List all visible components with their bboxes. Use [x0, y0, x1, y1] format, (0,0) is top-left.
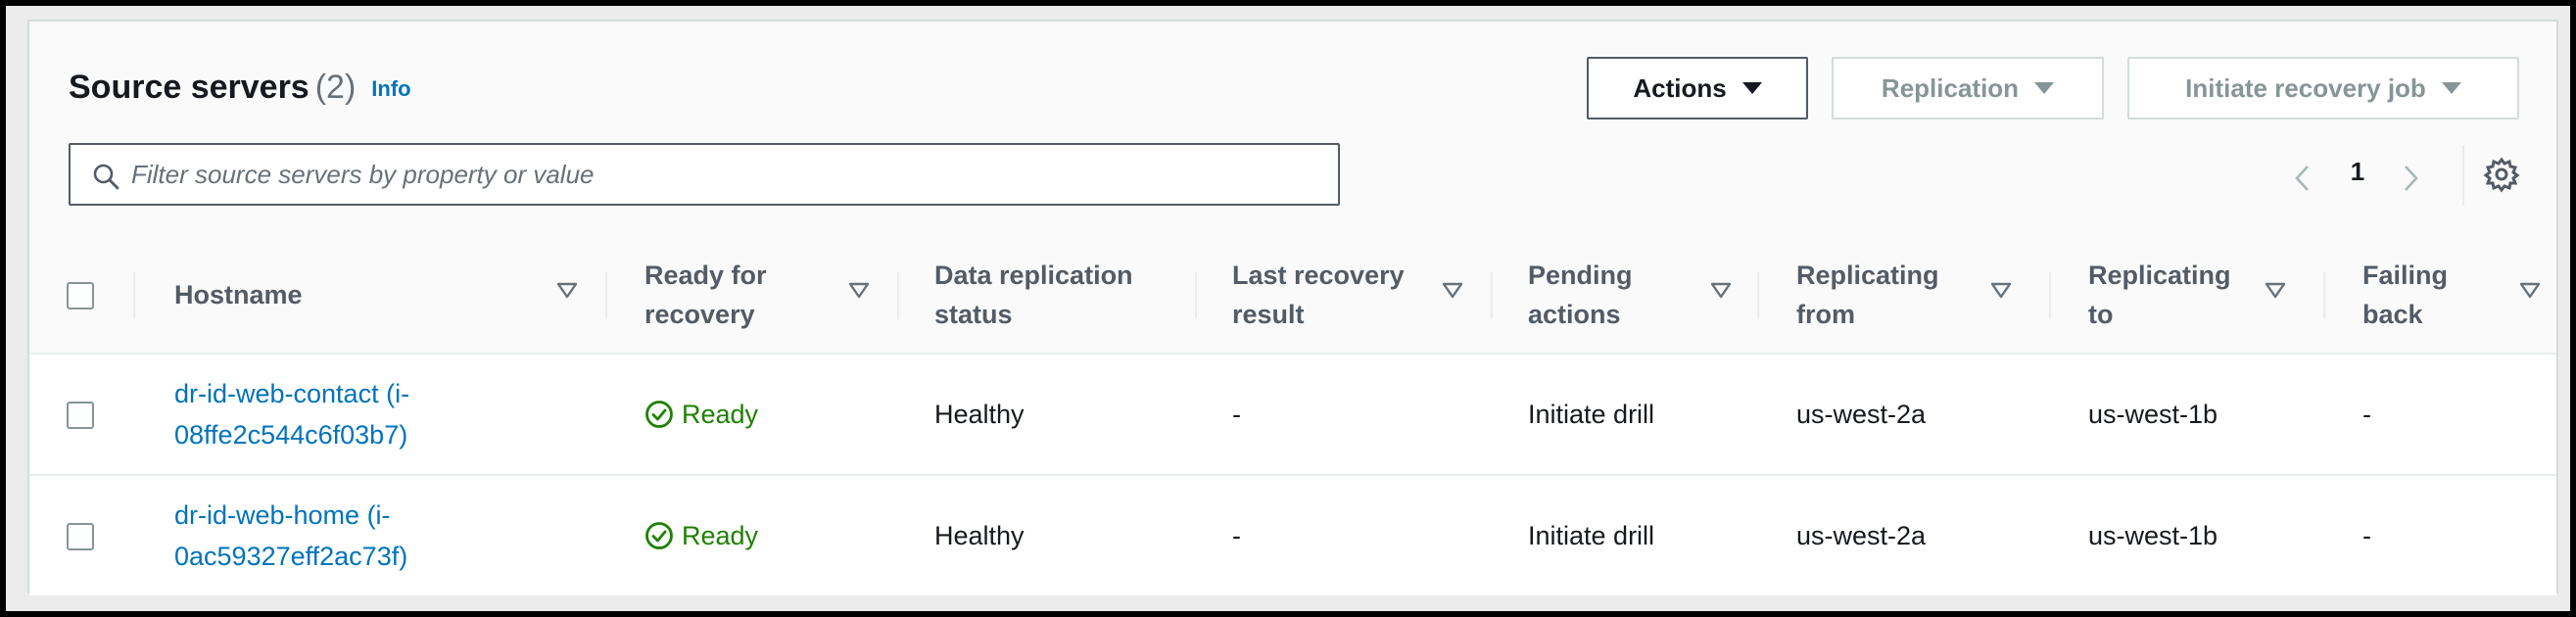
sort-caret-icon[interactable]: [556, 280, 578, 302]
title-text: Source servers: [69, 69, 310, 106]
chevron-right-icon: [2405, 166, 2418, 191]
column-label: Data replication status: [934, 261, 1133, 329]
column-label: Replicating to: [2088, 261, 2231, 329]
hostname-link[interactable]: dr-id-web-contact (i-08ffe2c544c6f03b7): [174, 373, 449, 455]
caret-down-icon: [1741, 82, 1762, 94]
replication-button-label: Replication: [1881, 72, 2020, 103]
column-label: Failing back: [2362, 261, 2448, 329]
replication-status-cell: Healthy: [934, 399, 1025, 429]
gear-icon[interactable]: [2482, 155, 2521, 194]
column-hostname[interactable]: Hostname: [174, 237, 605, 353]
replicating-to-cell: us-west-1b: [2088, 520, 2218, 550]
table-row[interactable]: dr-id-web-home (i-0ac59327eff2ac73f) Rea…: [29, 476, 2556, 595]
column-label: Ready for recovery: [644, 261, 767, 329]
current-page-number[interactable]: 1: [2343, 157, 2372, 187]
hostname-link[interactable]: dr-id-web-home (i-0ac59327eff2ac73f): [174, 495, 449, 577]
ready-text: Ready: [682, 520, 759, 550]
search-field[interactable]: [69, 143, 1340, 206]
column-divider: [1757, 272, 1759, 319]
ready-status: Ready: [644, 521, 758, 551]
server-count: (2): [314, 69, 357, 106]
replicating-from-cell: us-west-2a: [1796, 520, 1927, 550]
info-link[interactable]: Info: [371, 76, 410, 101]
select-all-checkbox[interactable]: [67, 282, 94, 309]
sort-caret-icon[interactable]: [848, 280, 870, 302]
pending-actions-cell: Initiate drill: [1528, 399, 1655, 429]
source-servers-panel: Source servers (2) Info Actions Replicatio…: [27, 20, 2558, 595]
sort-caret-icon[interactable]: [2265, 280, 2286, 302]
row-checkbox[interactable]: [67, 523, 94, 550]
column-label: Replicating from: [1796, 261, 1939, 329]
column-replicating-from[interactable]: Replicating from: [1796, 237, 2022, 353]
column-data-replication-status[interactable]: Data replication status: [934, 237, 1209, 353]
column-label: Last recovery result: [1232, 261, 1405, 329]
previous-page-button[interactable]: [2292, 159, 2314, 198]
last-recovery-cell: -: [1232, 399, 1241, 429]
next-page-button[interactable]: [2400, 159, 2421, 198]
initiate-recovery-job-button[interactable]: Initiate recovery job: [2127, 57, 2519, 119]
failing-back-cell: -: [2362, 399, 2371, 429]
column-divider: [897, 272, 899, 319]
pending-actions-cell: Initiate drill: [1528, 520, 1655, 550]
ready-text: Ready: [682, 399, 759, 429]
column-divider: [2323, 272, 2325, 319]
column-divider: [2049, 272, 2051, 319]
sort-caret-icon[interactable]: [1990, 280, 2012, 302]
replication-status-cell: Healthy: [934, 520, 1025, 550]
column-divider: [1195, 272, 1197, 319]
ready-cell: Ready: [644, 355, 758, 474]
failing-back-cell: -: [2362, 520, 2371, 550]
caret-down-icon: [2034, 82, 2055, 94]
table-row[interactable]: dr-id-web-contact (i-08ffe2c544c6f03b7) …: [29, 355, 2556, 476]
replicating-from-cell: us-west-2a: [1796, 399, 1927, 429]
panel-header: Source servers (2) Info Actions Replicatio…: [29, 22, 2556, 239]
initiate-recovery-button-label: Initiate recovery job: [2185, 72, 2426, 103]
column-divider: [605, 272, 607, 319]
caret-down-icon: [2441, 82, 2461, 94]
replicating-to-cell: us-west-1b: [2088, 399, 2218, 429]
sort-caret-icon[interactable]: [2519, 280, 2541, 302]
check-circle-icon: [645, 522, 673, 549]
row-checkbox[interactable]: [67, 402, 94, 429]
hostname-cell: dr-id-web-home (i-0ac59327eff2ac73f): [174, 476, 449, 595]
sort-caret-icon[interactable]: [1710, 280, 1732, 302]
column-label: Hostname: [174, 280, 303, 309]
column-label: Pending actions: [1528, 261, 1633, 329]
actions-button[interactable]: Actions: [1587, 57, 1808, 119]
search-icon: [93, 164, 119, 190]
check-circle-icon: [645, 401, 673, 428]
column-divider: [1491, 272, 1493, 319]
column-failing-back[interactable]: Failing back: [2362, 237, 2509, 353]
pager-divider: [2462, 145, 2464, 206]
column-last-recovery-result[interactable]: Last recovery result: [1232, 237, 1477, 353]
actions-button-label: Actions: [1633, 72, 1727, 103]
sort-caret-icon[interactable]: [1442, 280, 1463, 302]
replication-button[interactable]: Replication: [1832, 57, 2104, 119]
ready-cell: Ready: [644, 476, 758, 595]
chevron-left-icon: [2295, 166, 2309, 191]
hostname-cell: dr-id-web-contact (i-08ffe2c544c6f03b7): [174, 355, 449, 474]
window-frame: Source servers (2) Info Actions Replicatio…: [0, 0, 2576, 617]
column-divider: [133, 272, 135, 319]
ready-status: Ready: [644, 400, 758, 430]
last-recovery-cell: -: [1232, 520, 1241, 550]
search-input[interactable]: [131, 145, 1307, 204]
page-title: Source servers (2) Info: [69, 69, 411, 107]
table-header: Hostname Ready for recovery Data replica…: [29, 237, 2556, 355]
